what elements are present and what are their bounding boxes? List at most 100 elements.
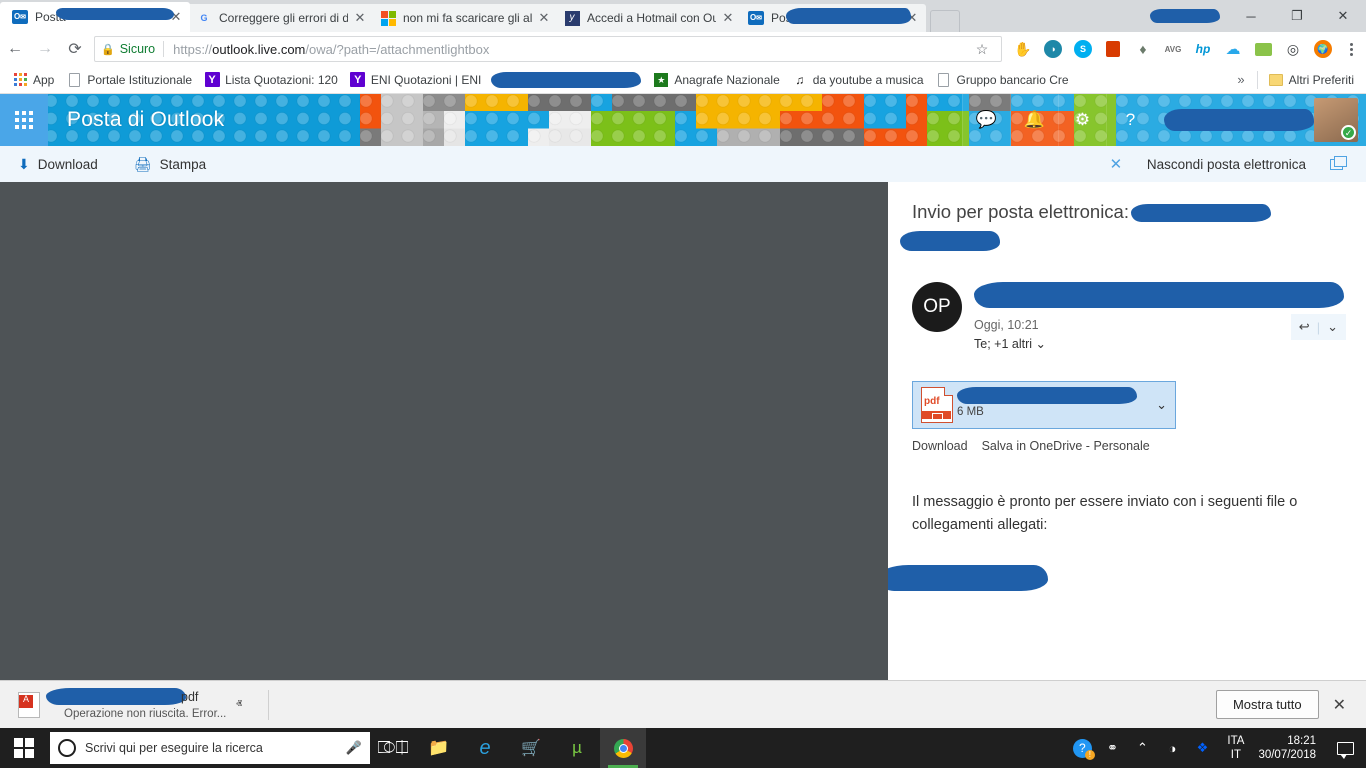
onedrive-icon[interactable]: ☁: [1218, 34, 1248, 64]
browser-tab-1[interactable]: O ✉ Posta ✕: [0, 2, 190, 32]
bookmark-altri-preferiti[interactable]: Altri Preferiti: [1262, 69, 1360, 91]
download-item[interactable]: pdf Operazione non riuscita. Error... ⱏ: [10, 686, 260, 724]
download-button[interactable]: ⬇ Download: [0, 146, 112, 182]
new-tab-button[interactable]: [930, 10, 960, 32]
notifications-bell-icon[interactable]: 🔔: [1010, 94, 1058, 146]
bookmark-redacted[interactable]: [487, 69, 647, 91]
note-icon[interactable]: [1248, 34, 1278, 64]
tab-close-button[interactable]: ✕: [536, 10, 552, 26]
browser-tab-5[interactable]: O✉ Posta - ✕: [736, 4, 926, 32]
bookmark-youtube-musica[interactable]: ♫ da youtube a musica: [786, 69, 930, 91]
close-window-button[interactable]: ✕: [1320, 0, 1366, 32]
yahoo-icon: Y: [350, 72, 366, 88]
microsoft-store-icon[interactable]: 🛒: [508, 728, 554, 768]
reply-arrow-icon[interactable]: ↩: [1299, 319, 1310, 335]
skype-chat-icon[interactable]: 💬: [962, 94, 1010, 146]
browser-tab-2[interactable]: G Correggere gli errori di d ✕: [184, 4, 374, 32]
settings-gear-icon[interactable]: ⚙: [1058, 94, 1106, 146]
language-indicator[interactable]: ITA IT: [1217, 734, 1254, 762]
bookmark-label: Altri Preferiti: [1288, 72, 1354, 87]
print-label: Stampa: [159, 156, 207, 172]
chevron-up-icon[interactable]: ⱏ: [226, 697, 252, 712]
tab-close-button[interactable]: ✕: [720, 10, 736, 26]
reload-button[interactable]: ⟳: [60, 34, 90, 64]
forward-button[interactable]: →: [30, 34, 60, 64]
show-hidden-icons-icon[interactable]: ⌃: [1127, 728, 1157, 768]
app-launcher-icon[interactable]: [0, 94, 48, 146]
people-icon[interactable]: ⚭: [1097, 728, 1127, 768]
avg-icon[interactable]: AVG: [1158, 34, 1188, 64]
popout-window-icon[interactable]: [1306, 155, 1366, 170]
outlook-icon: O ✉: [748, 10, 764, 26]
redaction-mark: [1164, 109, 1314, 131]
attachment-actions: Download Salva in OneDrive - Personale: [912, 439, 1344, 453]
recipients-text: Te; +1 altri: [974, 337, 1033, 351]
maximize-button[interactable]: ❐: [1274, 0, 1320, 32]
search-input[interactable]: Scrivi qui per eseguire la ricerca 🎤: [50, 732, 370, 764]
dropbox-icon[interactable]: ❖: [1187, 728, 1217, 768]
back-button[interactable]: ←: [0, 34, 30, 64]
help-warning-icon[interactable]: ? !: [1067, 728, 1097, 768]
attachment-preview-area[interactable]: [0, 182, 888, 680]
close-x-icon[interactable]: ✕: [1333, 695, 1352, 715]
touch-vpn-icon[interactable]: ✋: [1008, 34, 1038, 64]
pdf-file-icon: [18, 691, 40, 718]
hide-mail-label[interactable]: Nascondi posta elettronica: [1139, 157, 1306, 172]
three-dots-icon[interactable]: [1338, 42, 1364, 56]
user-account-area[interactable]: ✓: [1154, 94, 1366, 146]
bookmark-portale-istituzionale[interactable]: Portale Istituzionale: [60, 69, 198, 91]
office-icon[interactable]: [1098, 34, 1128, 64]
chrome-tool-icon[interactable]: ◎: [1278, 34, 1308, 64]
help-icon[interactable]: ?: [1106, 94, 1154, 146]
bookmarks-overflow-button[interactable]: »: [1229, 72, 1252, 87]
edge-icon[interactable]: e: [462, 728, 508, 768]
reply-actions: ↩ | ⌄: [1290, 314, 1346, 340]
show-all-downloads-button[interactable]: Mostra tutto: [1215, 690, 1319, 719]
evernote-icon[interactable]: ♦: [1128, 34, 1158, 64]
file-explorer-icon[interactable]: 📁: [416, 728, 462, 768]
close-x-icon[interactable]: ✕: [1093, 155, 1139, 173]
bookmark-lista-quotazioni[interactable]: Y Lista Quotazioni: 120: [198, 69, 344, 91]
hp-icon[interactable]: hp: [1188, 34, 1218, 64]
windows-start-icon[interactable]: [0, 728, 48, 768]
redaction-mark: [491, 71, 642, 88]
bookmark-eni-quotazioni[interactable]: Y ENI Quotazioni | ENI: [344, 69, 488, 91]
chevron-down-icon[interactable]: ⌄: [1327, 319, 1338, 335]
address-bar[interactable]: 🔒 Sicuro https://outlook.live.com/owa/?p…: [94, 36, 1002, 62]
bookmark-label: Lista Quotazioni: 120: [225, 72, 338, 87]
print-button[interactable]: 🖨 Stampa: [112, 146, 220, 182]
microsoft-icon: [380, 10, 396, 26]
chevron-down-icon[interactable]: ⌄: [1152, 397, 1167, 413]
chrome-icon[interactable]: [600, 728, 646, 768]
chevron-down-icon[interactable]: ⌄: [1036, 337, 1046, 351]
bookmark-label: Anagrafe Nazionale: [674, 72, 780, 87]
download-bar: pdf Operazione non riuscita. Error... ⱏ …: [0, 680, 1366, 728]
download-arrow-icon: ⬇: [18, 155, 30, 172]
mail-recipients[interactable]: Te; +1 altri ⌄: [974, 336, 1344, 351]
clock[interactable]: 18:21 30/07/2018: [1254, 734, 1328, 762]
task-view-icon[interactable]: ⎄⎅: [370, 728, 416, 768]
attachment-onedrive-link[interactable]: Salva in OneDrive - Personale: [982, 439, 1150, 453]
wifi-icon[interactable]: ◑: [1157, 728, 1187, 768]
bookmark-star-icon[interactable]: ☆: [969, 41, 995, 58]
action-center-icon[interactable]: [1328, 728, 1362, 768]
attachment-download-link[interactable]: Download: [912, 439, 968, 453]
bookmarks-overflow-area: » Altri Preferiti: [1229, 69, 1360, 91]
attachment-card[interactable]: pdf 6 MB ⌄: [912, 381, 1176, 429]
utorrent-icon[interactable]: µ: [554, 728, 600, 768]
skype-icon[interactable]: S: [1068, 34, 1098, 64]
tab-title: non mi fa scaricare gli all: [403, 11, 532, 25]
browser-tab-3[interactable]: non mi fa scaricare gli all ✕: [368, 4, 558, 32]
bookmarks-bar: App Portale Istituzionale Y Lista Quotaz…: [0, 66, 1366, 94]
bookmark-gruppo-bancario[interactable]: Gruppo bancario Cre: [930, 69, 1075, 91]
bookmark-apps[interactable]: App: [6, 69, 60, 91]
browser-tab-4[interactable]: y Accedi a Hotmail con Ou ✕: [552, 4, 742, 32]
avatar[interactable]: OP: [912, 282, 962, 332]
minimize-button[interactable]: ─: [1228, 0, 1274, 32]
tab-close-button[interactable]: ✕: [352, 10, 368, 26]
avatar[interactable]: ✓: [1314, 98, 1358, 142]
globe-icon[interactable]: 🌍: [1308, 34, 1338, 64]
bookmark-anagrafe-nazionale[interactable]: ★ Anagrafe Nazionale: [647, 69, 785, 91]
microphone-icon[interactable]: 🎤: [346, 740, 362, 756]
adblock-icon[interactable]: ◑: [1038, 34, 1068, 64]
